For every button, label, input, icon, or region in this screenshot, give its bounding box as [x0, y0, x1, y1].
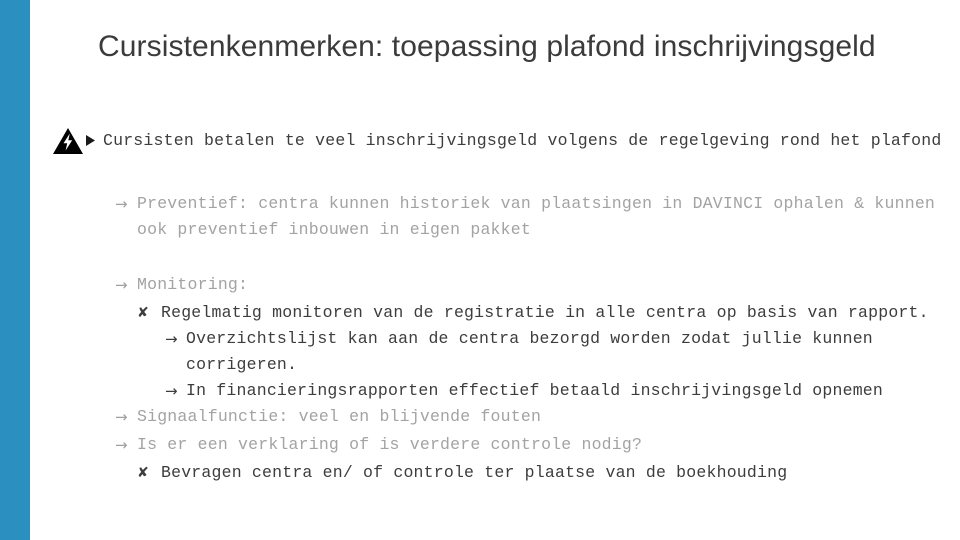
- bullet-monitoring: → Monitoring:: [115, 272, 952, 298]
- cross-bullet-icon: ✘: [137, 465, 149, 481]
- bullet-bevragen-text: Bevragen centra en/ of controle ter plaa…: [161, 463, 788, 482]
- arrow-icon: →: [115, 408, 128, 426]
- bullet-signaalfunctie-text: Signaalfunctie: veel en blijvende fouten: [137, 407, 542, 426]
- bullet-preventief: → Preventief: centra kunnen historiek va…: [115, 191, 952, 243]
- bullet-overzichtslijst: → Overzichtslijst kan aan de centra bezo…: [165, 326, 952, 378]
- accent-sidebar: [0, 0, 30, 540]
- arrow-icon: →: [165, 330, 178, 348]
- slide-body: Cursisten betalen te veel inschrijvingsg…: [52, 126, 952, 486]
- bullet-regelmatig: ✘ Regelmatig monitoren van de registrati…: [137, 300, 952, 326]
- bullet-financieringsrapporten: → In financieringsrapporten effectief be…: [165, 378, 952, 404]
- bullet-monitoring-text: Monitoring:: [137, 275, 249, 294]
- bullet-financieringsrapporten-text: In financieringsrapporten effectief beta…: [186, 381, 884, 400]
- slide-canvas: Cursistenkenmerken: toepassing plafond i…: [0, 0, 960, 540]
- bullet-bevragen: ✘ Bevragen centra en/ of controle ter pl…: [137, 460, 952, 486]
- bullet-preventief-text: Preventief: centra kunnen historiek van …: [137, 194, 936, 239]
- warning-lightning-triangle-icon: [52, 127, 84, 155]
- arrow-icon: →: [115, 436, 128, 454]
- bullet-level1: Cursisten betalen te veel inschrijvingsg…: [52, 126, 952, 155]
- bullet-regelmatig-text: Regelmatig monitoren van de registratie …: [161, 303, 929, 322]
- page-title: Cursistenkenmerken: toepassing plafond i…: [98, 30, 876, 63]
- slide-title-block: Cursistenkenmerken: toepassing plafond i…: [98, 28, 888, 65]
- cross-bullet-icon: ✘: [137, 305, 149, 321]
- bullet-overzichtslijst-text: Overzichtslijst kan aan de centra bezorg…: [186, 329, 873, 374]
- triangle-right-bullet-icon: [86, 135, 100, 146]
- bullet-signaalfunctie: → Signaalfunctie: veel en blijvende fout…: [115, 404, 952, 430]
- arrow-icon: →: [115, 195, 128, 213]
- arrow-icon: →: [165, 382, 178, 400]
- bullet-level1-text: Cursisten betalen te veel inschrijvingsg…: [103, 131, 942, 150]
- arrow-icon: →: [115, 276, 128, 294]
- bullet-verklaring-text: Is er een verklaring of is verdere contr…: [137, 435, 643, 454]
- bullet-verklaring: → Is er een verklaring of is verdere con…: [115, 432, 952, 458]
